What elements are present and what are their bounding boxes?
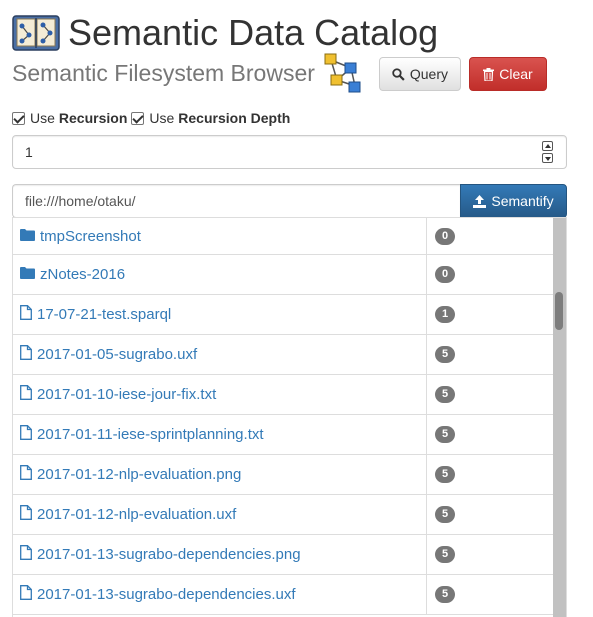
file-icon: [20, 585, 32, 604]
number-spinner[interactable]: [542, 141, 554, 165]
trash-icon: [483, 67, 495, 81]
count-badge: 5: [435, 546, 455, 563]
file-icon: [20, 425, 32, 444]
semantify-button-label: Semantify: [491, 193, 554, 209]
use-recursion-label-prefix: Use: [30, 110, 55, 126]
subtitle-row: Semantic Filesystem Browser: [12, 52, 369, 94]
path-input-group: file:///home/otaku/ Semantify: [12, 184, 567, 218]
file-rows: tmpScreenshot 0 zNotes-2016 0 17-07-21-test.…: [13, 218, 554, 615]
count-badge: 5: [435, 506, 455, 523]
count-badge: 5: [435, 586, 455, 603]
file-link[interactable]: 2017-01-11-iese-sprintplanning.txt: [37, 426, 264, 443]
table-row: 17-07-21-test.sparql 1: [13, 295, 554, 335]
use-recursion-checkbox[interactable]: [12, 111, 25, 125]
use-recursion-depth-checkbox[interactable]: [131, 111, 145, 125]
count-cell: 5: [427, 455, 554, 494]
query-button-label: Query: [409, 66, 448, 82]
file-icon: [20, 505, 32, 524]
path-input-value: file:///home/otaku/: [25, 193, 136, 209]
path-input[interactable]: file:///home/otaku/: [12, 184, 460, 218]
table-row: 2017-01-05-sugrabo.uxf 5: [13, 335, 554, 375]
table-row: zNotes-2016 0: [13, 255, 554, 295]
count-cell: 5: [427, 535, 554, 574]
file-table: tmpScreenshot 0 zNotes-2016 0 17-07-21-test.…: [12, 217, 567, 617]
file-icon: [20, 385, 32, 404]
semantify-button[interactable]: Semantify: [460, 184, 567, 218]
use-recursion-label: Recursion: [58, 110, 128, 126]
file-name-cell: tmpScreenshot: [13, 218, 427, 254]
count-badge: 5: [435, 426, 455, 443]
count-cell: 5: [427, 495, 554, 534]
file-icon: [20, 545, 32, 564]
count-cell: 0: [427, 218, 554, 254]
file-link[interactable]: 2017-01-13-sugrabo-dependencies.png: [37, 546, 301, 563]
clear-button[interactable]: Clear: [469, 57, 547, 91]
table-row: 2017-01-12-nlp-evaluation.png 5: [13, 455, 554, 495]
count-badge: 5: [435, 466, 455, 483]
scrollbar[interactable]: [553, 218, 566, 617]
app: Semantic Data Catalog Semantic Filesyste…: [0, 0, 593, 617]
file-link[interactable]: zNotes-2016: [40, 266, 125, 283]
page-subtitle: Semantic Filesystem Browser: [12, 60, 315, 86]
recursion-depth-value: 1: [25, 144, 33, 160]
count-badge: 0: [435, 227, 455, 245]
file-link[interactable]: 2017-01-10-iese-jour-fix.txt: [37, 386, 216, 403]
file-link[interactable]: 2017-01-13-sugrabo-dependencies.uxf: [37, 586, 296, 603]
file-name-cell: 17-07-21-test.sparql: [13, 295, 427, 334]
upload-icon: [473, 194, 487, 208]
file-link[interactable]: 2017-01-12-nlp-evaluation.png: [37, 466, 241, 483]
count-cell: 5: [427, 335, 554, 374]
file-icon: [20, 465, 32, 484]
scrollbar-thumb[interactable]: [555, 292, 563, 330]
file-name-cell: 2017-01-11-iese-sprintplanning.txt: [13, 415, 427, 454]
count-cell: 1: [427, 295, 554, 334]
count-badge: 5: [435, 346, 455, 363]
use-recursion-depth-label-prefix: Use: [149, 110, 175, 126]
file-name-cell: 2017-01-10-iese-jour-fix.txt: [13, 375, 427, 414]
count-cell: 5: [427, 415, 554, 454]
table-row: 2017-01-10-iese-jour-fix.txt 5: [13, 375, 554, 415]
file-name-cell: 2017-01-05-sugrabo.uxf: [13, 335, 427, 374]
folder-icon: [20, 228, 35, 245]
book-graph-icon: [12, 13, 60, 53]
page-title: Semantic Data Catalog: [68, 12, 439, 53]
file-link[interactable]: 2017-01-12-nlp-evaluation.uxf: [37, 506, 236, 523]
file-link[interactable]: 17-07-21-test.sparql: [37, 306, 171, 323]
count-cell: 0: [427, 255, 554, 294]
options-row: Use Recursion Use Recursion Depth: [12, 107, 294, 129]
file-name-cell: 2017-01-13-sugrabo-dependencies.png: [13, 535, 427, 574]
file-name-cell: zNotes-2016: [13, 255, 427, 294]
count-badge: 1: [435, 306, 455, 323]
table-row: tmpScreenshot 0: [13, 218, 554, 255]
file-link[interactable]: 2017-01-05-sugrabo.uxf: [37, 346, 197, 363]
count-badge: 5: [435, 386, 455, 403]
file-name-cell: 2017-01-12-nlp-evaluation.png: [13, 455, 427, 494]
count-badge: 0: [435, 266, 455, 283]
file-icon: [20, 345, 32, 364]
count-cell: 5: [427, 575, 554, 614]
clear-button-label: Clear: [499, 66, 533, 82]
file-link[interactable]: tmpScreenshot: [40, 228, 141, 245]
recursion-depth-input[interactable]: 1: [12, 135, 567, 169]
spinner-up-icon[interactable]: [542, 141, 553, 151]
use-recursion-depth-label: Recursion Depth: [178, 110, 291, 126]
search-icon: [392, 67, 405, 81]
folder-icon: [20, 266, 35, 283]
table-row: 2017-01-13-sugrabo-dependencies.png 5: [13, 535, 554, 575]
table-row: 2017-01-13-sugrabo-dependencies.uxf 5: [13, 575, 554, 615]
table-row: 2017-01-12-nlp-evaluation.uxf 5: [13, 495, 554, 535]
title-row: Semantic Data Catalog: [12, 12, 438, 54]
file-name-cell: 2017-01-12-nlp-evaluation.uxf: [13, 495, 427, 534]
count-cell: 5: [427, 375, 554, 414]
spinner-down-icon[interactable]: [542, 153, 553, 163]
query-button[interactable]: Query: [379, 57, 461, 91]
table-row: 2017-01-11-iese-sprintplanning.txt 5: [13, 415, 554, 455]
file-name-cell: 2017-01-13-sugrabo-dependencies.uxf: [13, 575, 427, 614]
file-icon: [20, 305, 32, 324]
network-graph-icon: [323, 52, 363, 94]
